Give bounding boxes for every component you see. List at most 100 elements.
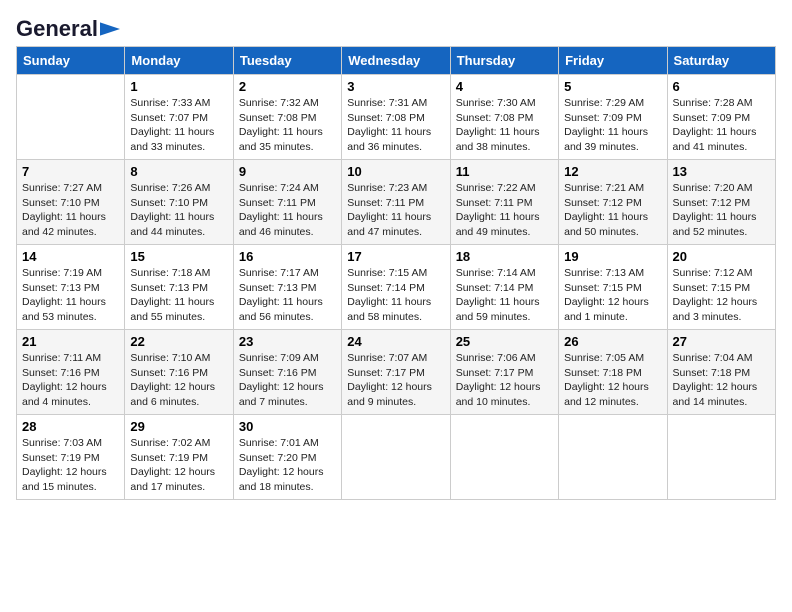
calendar-cell: 11Sunrise: 7:22 AM Sunset: 7:11 PM Dayli… — [450, 160, 558, 245]
day-number: 22 — [130, 334, 227, 349]
calendar-cell: 28 Sunrise: 7:03 AM Sunset: 7:19 PM Dayli… — [17, 415, 125, 500]
calendar-cell: 29 Sunrise: 7:02 AM Sunset: 7:19 PM Dayli… — [125, 415, 233, 500]
day-info: Sunrise: 7:21 AM Sunset: 7:12 PM Dayligh… — [564, 181, 661, 240]
day-info: Sunrise: 7:24 AM Sunset: 7:11 PM Dayligh… — [239, 181, 336, 240]
day-info: Sunrise: 7:12 AM Sunset: 7:15 PM Dayligh… — [673, 266, 770, 325]
calendar-cell: 8 Sunrise: 7:26 AM Sunset: 7:10 PM Daylig… — [125, 160, 233, 245]
calendar-cell: 14 Sunrise: 7:19 AM Sunset: 7:13 PM Dayli… — [17, 245, 125, 330]
week-row-2: 7 Sunrise: 7:27 AM Sunset: 7:10 PM Daylig… — [17, 160, 776, 245]
day-number: 21 — [22, 334, 119, 349]
day-number: 12 — [564, 164, 661, 179]
day-number: 18 — [456, 249, 553, 264]
day-number: 25 — [456, 334, 553, 349]
day-info: Sunrise: 7:29 AM Sunset: 7:09 PM Dayligh… — [564, 96, 661, 155]
calendar-cell — [17, 75, 125, 160]
day-info: Sunrise: 7:19 AM Sunset: 7:13 PM Dayligh… — [22, 266, 119, 325]
day-number: 28 — [22, 419, 119, 434]
calendar-cell: 23 Sunrise: 7:09 AM Sunset: 7:16 PM Dayli… — [233, 330, 341, 415]
day-info: Sunrise: 7:27 AM Sunset: 7:10 PM Dayligh… — [22, 181, 119, 240]
day-info: Sunrise: 7:13 AM Sunset: 7:15 PM Dayligh… — [564, 266, 661, 325]
day-number: 17 — [347, 249, 444, 264]
day-number: 29 — [130, 419, 227, 434]
logo: General — [16, 16, 120, 38]
day-info: Sunrise: 7:07 AM Sunset: 7:17 PM Dayligh… — [347, 351, 444, 410]
calendar-cell: 24Sunrise: 7:07 AM Sunset: 7:17 PM Dayli… — [342, 330, 450, 415]
day-info: Sunrise: 7:11 AM Sunset: 7:16 PM Dayligh… — [22, 351, 119, 410]
calendar-cell: 13 Sunrise: 7:20 AM Sunset: 7:12 PM Dayli… — [667, 160, 775, 245]
day-info: Sunrise: 7:18 AM Sunset: 7:13 PM Dayligh… — [130, 266, 227, 325]
calendar-cell: 19Sunrise: 7:13 AM Sunset: 7:15 PM Dayli… — [559, 245, 667, 330]
day-info: Sunrise: 7:20 AM Sunset: 7:12 PM Dayligh… — [673, 181, 770, 240]
header-row: SundayMondayTuesdayWednesdayThursdayFrid… — [17, 47, 776, 75]
calendar-cell: 27 Sunrise: 7:04 AM Sunset: 7:18 PM Dayli… — [667, 330, 775, 415]
calendar-cell: 26Sunrise: 7:05 AM Sunset: 7:18 PM Dayli… — [559, 330, 667, 415]
day-info: Sunrise: 7:03 AM Sunset: 7:19 PM Dayligh… — [22, 436, 119, 495]
header-cell-sunday: Sunday — [17, 47, 125, 75]
week-row-4: 21 Sunrise: 7:11 AM Sunset: 7:16 PM Dayli… — [17, 330, 776, 415]
day-info: Sunrise: 7:05 AM Sunset: 7:18 PM Dayligh… — [564, 351, 661, 410]
header-cell-monday: Monday — [125, 47, 233, 75]
day-number: 23 — [239, 334, 336, 349]
calendar-cell: 1 Sunrise: 7:33 AM Sunset: 7:07 PM Daylig… — [125, 75, 233, 160]
logo-text-general: General — [16, 16, 98, 42]
day-info: Sunrise: 7:01 AM Sunset: 7:20 PM Dayligh… — [239, 436, 336, 495]
day-info: Sunrise: 7:30 AM Sunset: 7:08 PM Dayligh… — [456, 96, 553, 155]
day-info: Sunrise: 7:02 AM Sunset: 7:19 PM Dayligh… — [130, 436, 227, 495]
day-number: 13 — [673, 164, 770, 179]
calendar-cell: 22 Sunrise: 7:10 AM Sunset: 7:16 PM Dayli… — [125, 330, 233, 415]
logo-arrow-icon — [100, 22, 120, 36]
week-row-1: 1 Sunrise: 7:33 AM Sunset: 7:07 PM Daylig… — [17, 75, 776, 160]
day-number: 2 — [239, 79, 336, 94]
calendar-cell: 16Sunrise: 7:17 AM Sunset: 7:13 PM Dayli… — [233, 245, 341, 330]
day-number: 9 — [239, 164, 336, 179]
day-number: 14 — [22, 249, 119, 264]
calendar-cell: 15 Sunrise: 7:18 AM Sunset: 7:13 PM Dayli… — [125, 245, 233, 330]
header-cell-saturday: Saturday — [667, 47, 775, 75]
calendar-header: SundayMondayTuesdayWednesdayThursdayFrid… — [17, 47, 776, 75]
day-number: 7 — [22, 164, 119, 179]
calendar-cell: 20 Sunrise: 7:12 AM Sunset: 7:15 PM Dayli… — [667, 245, 775, 330]
day-number: 8 — [130, 164, 227, 179]
calendar-cell — [450, 415, 558, 500]
day-info: Sunrise: 7:04 AM Sunset: 7:18 PM Dayligh… — [673, 351, 770, 410]
day-info: Sunrise: 7:33 AM Sunset: 7:07 PM Dayligh… — [130, 96, 227, 155]
day-info: Sunrise: 7:32 AM Sunset: 7:08 PM Dayligh… — [239, 96, 336, 155]
calendar-cell: 18 Sunrise: 7:14 AM Sunset: 7:14 PM Dayli… — [450, 245, 558, 330]
day-info: Sunrise: 7:09 AM Sunset: 7:16 PM Dayligh… — [239, 351, 336, 410]
calendar-cell — [667, 415, 775, 500]
day-info: Sunrise: 7:28 AM Sunset: 7:09 PM Dayligh… — [673, 96, 770, 155]
calendar-cell: 21 Sunrise: 7:11 AM Sunset: 7:16 PM Dayli… — [17, 330, 125, 415]
day-number: 20 — [673, 249, 770, 264]
calendar-body: 1 Sunrise: 7:33 AM Sunset: 7:07 PM Daylig… — [17, 75, 776, 500]
day-number: 15 — [130, 249, 227, 264]
day-info: Sunrise: 7:15 AM Sunset: 7:14 PM Dayligh… — [347, 266, 444, 325]
day-info: Sunrise: 7:14 AM Sunset: 7:14 PM Dayligh… — [456, 266, 553, 325]
calendar-cell: 17 Sunrise: 7:15 AM Sunset: 7:14 PM Dayli… — [342, 245, 450, 330]
day-info: Sunrise: 7:31 AM Sunset: 7:08 PM Dayligh… — [347, 96, 444, 155]
calendar-cell: 2 Sunrise: 7:32 AM Sunset: 7:08 PM Daylig… — [233, 75, 341, 160]
calendar-cell — [342, 415, 450, 500]
week-row-5: 28 Sunrise: 7:03 AM Sunset: 7:19 PM Dayli… — [17, 415, 776, 500]
day-info: Sunrise: 7:17 AM Sunset: 7:13 PM Dayligh… — [239, 266, 336, 325]
calendar-cell: 10 Sunrise: 7:23 AM Sunset: 7:11 PM Dayli… — [342, 160, 450, 245]
header-cell-tuesday: Tuesday — [233, 47, 341, 75]
day-number: 27 — [673, 334, 770, 349]
day-info: Sunrise: 7:10 AM Sunset: 7:16 PM Dayligh… — [130, 351, 227, 410]
calendar-cell — [559, 415, 667, 500]
day-number: 10 — [347, 164, 444, 179]
header-cell-friday: Friday — [559, 47, 667, 75]
calendar-cell: 4Sunrise: 7:30 AM Sunset: 7:08 PM Daylig… — [450, 75, 558, 160]
day-number: 6 — [673, 79, 770, 94]
calendar-cell: 3 Sunrise: 7:31 AM Sunset: 7:08 PM Daylig… — [342, 75, 450, 160]
day-number: 1 — [130, 79, 227, 94]
header-cell-thursday: Thursday — [450, 47, 558, 75]
day-number: 3 — [347, 79, 444, 94]
calendar-cell: 30 Sunrise: 7:01 AM Sunset: 7:20 PM Dayli… — [233, 415, 341, 500]
day-info: Sunrise: 7:26 AM Sunset: 7:10 PM Dayligh… — [130, 181, 227, 240]
page-header: General — [16, 16, 776, 38]
calendar-cell: 9 Sunrise: 7:24 AM Sunset: 7:11 PM Daylig… — [233, 160, 341, 245]
day-info: Sunrise: 7:23 AM Sunset: 7:11 PM Dayligh… — [347, 181, 444, 240]
day-number: 30 — [239, 419, 336, 434]
header-cell-wednesday: Wednesday — [342, 47, 450, 75]
calendar-cell: 5Sunrise: 7:29 AM Sunset: 7:09 PM Daylig… — [559, 75, 667, 160]
